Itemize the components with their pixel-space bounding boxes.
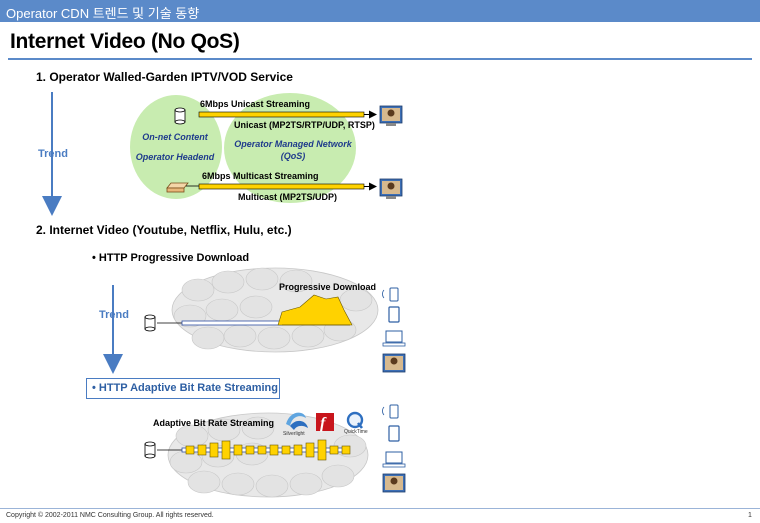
unicast-label: 6Mbps Unicast Streaming xyxy=(200,99,311,109)
laptop-icon-2 xyxy=(382,451,406,468)
server-icon xyxy=(174,107,186,125)
laptop-icon-1 xyxy=(382,330,406,347)
server-icon-3 xyxy=(144,441,156,459)
unicast-protocols: Unicast (MP2TS/RTP/UDP, RTSP) xyxy=(234,120,375,130)
mobile-phone-icon-1 xyxy=(382,287,399,302)
server-icon-2 xyxy=(144,314,156,332)
abr-highlight-box: • HTTP Adaptive Bit Rate Streaming xyxy=(86,378,280,399)
trend-label-2: Trend xyxy=(99,309,129,321)
footer-copyright: Copyright © 2002-2011 NMC Consulting Gro… xyxy=(6,512,214,519)
multicast-label: 6Mbps Multicast Streaming xyxy=(202,171,319,181)
progressive-download-label: Progressive Download xyxy=(279,282,377,292)
trend-label-1: Trend xyxy=(38,148,68,160)
silverlight-logo-text: Silverlight xyxy=(283,431,305,437)
multicast-stream-bar xyxy=(198,183,365,190)
footer-divider xyxy=(0,508,760,509)
section2-heading: 2. Internet Video (Youtube, Netflix, Hul… xyxy=(36,223,292,237)
oval-label-on-net: On-net Content xyxy=(142,132,208,142)
section1-heading: 1. Operator Walled-Garden IPTV/VOD Servi… xyxy=(36,70,293,84)
tv-monitor-icon-3 xyxy=(382,353,406,373)
tv-monitor-icon-1 xyxy=(379,105,403,126)
oval-label-managed-network: Operator Managed Network xyxy=(234,139,352,149)
bullet-progressive-download: • HTTP Progressive Download xyxy=(92,252,250,264)
unicast-stream-bar xyxy=(198,111,365,118)
quicktime-logo xyxy=(346,411,364,429)
internet-cloud-1 xyxy=(171,267,379,353)
mobile-phone-icon-2 xyxy=(382,404,399,419)
tv-monitor-icon-4 xyxy=(382,473,406,493)
bullet-abr-streaming: • HTTP Adaptive Bit Rate Streaming xyxy=(92,382,278,394)
tablet-icon-1 xyxy=(388,306,400,323)
oval-label-headend: Operator Headend xyxy=(135,152,215,162)
multicast-protocols: Multicast (MP2TS/UDP) xyxy=(238,192,338,202)
oval-label-qos: (QoS) xyxy=(280,151,306,161)
tv-monitor-icon-2 xyxy=(379,178,403,199)
abr-label: Adaptive Bit Rate Streaming xyxy=(153,418,275,428)
page-number: 1 xyxy=(748,512,752,519)
progressive-stream-bar xyxy=(181,320,283,326)
tablet-icon-2 xyxy=(388,425,400,442)
flash-logo: f xyxy=(316,413,334,432)
quicktime-logo-text: QuickTime xyxy=(344,429,368,435)
